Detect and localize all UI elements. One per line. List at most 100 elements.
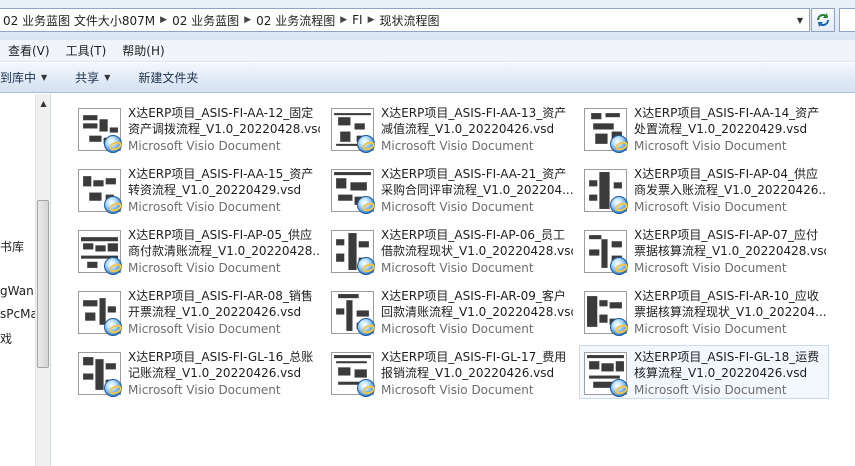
visio-file-icon bbox=[104, 379, 122, 397]
menu-tools[interactable]: 工具(T) bbox=[58, 42, 115, 59]
flowchart-shape bbox=[95, 359, 104, 390]
flowchart-shape bbox=[589, 375, 620, 379]
flowchart-shape bbox=[95, 245, 106, 252]
command-bar: 到库中 ▼ 共享 ▼ 新建文件夹 bbox=[0, 63, 855, 93]
flowchart-shape bbox=[601, 239, 608, 268]
file-item[interactable]: X达ERP项目_ASIS-FI-AA-21_资产 采购合同评审流程_V1.0_20… bbox=[326, 162, 576, 216]
file-name-line2: 票据核算流程_V1.0_20220428.vsd bbox=[634, 244, 826, 258]
file-name-line2: 转资流程_V1.0_20220429.vsd bbox=[128, 183, 302, 197]
visio-file-icon bbox=[610, 318, 628, 336]
nav-item-spcma[interactable]: sPcMa bbox=[0, 307, 38, 321]
breadcrumb-separator-icon[interactable]: ▶ bbox=[335, 15, 352, 25]
file-item[interactable]: X达ERP项目_ASIS-FI-AP-07_应付 票据核算流程_V1.0_2022… bbox=[579, 223, 829, 277]
flowchart-shape bbox=[81, 237, 118, 242]
flowchart-shape bbox=[83, 176, 92, 187]
flowchart-shape bbox=[87, 261, 98, 268]
search-input[interactable] bbox=[839, 8, 855, 32]
nav-item-library[interactable]: 书库 bbox=[0, 238, 24, 255]
file-type: Microsoft Visio Document bbox=[381, 383, 534, 397]
file-name-line2: 核算流程_V1.0_20220426.vsd bbox=[634, 366, 808, 380]
file-item[interactable]: X达ERP项目_ASIS-FI-AA-14_资产 处置流程_V1.0_202204… bbox=[579, 101, 829, 155]
flowchart-shape bbox=[599, 300, 608, 307]
file-item[interactable]: X达ERP项目_ASIS-FI-AA-13_资产 减值流程_V1.0_202204… bbox=[326, 101, 576, 155]
file-item[interactable]: X达ERP项目_ASIS-FI-AR-08_销售 开票流程_V1.0_202204… bbox=[73, 284, 323, 338]
include-in-library-button[interactable]: 到库中 ▼ bbox=[0, 69, 61, 86]
visio-file-icon bbox=[610, 135, 628, 153]
flowchart-shape bbox=[107, 243, 118, 252]
flowchart-shape bbox=[599, 314, 608, 323]
breadcrumb-blueprint[interactable]: 02 业务蓝图 bbox=[172, 9, 239, 31]
flowchart-shape bbox=[85, 312, 96, 321]
file-type: Microsoft Visio Document bbox=[634, 322, 787, 336]
file-item[interactable]: X达ERP项目_ASIS-FI-AR-10_应收 票据核算流程现状_V1.0_20… bbox=[579, 284, 829, 338]
file-item[interactable]: X达ERP项目_ASIS-FI-GL-17_费用 报销流程_V1.0_202204… bbox=[326, 345, 576, 399]
file-name-line2: 采购合同评审流程_V1.0_202204... bbox=[381, 183, 573, 197]
new-folder-button[interactable]: 新建文件夹 bbox=[124, 69, 212, 86]
visio-file-icon bbox=[357, 379, 375, 397]
file-name-line1: X达ERP项目_ASIS-FI-AR-08_销售 bbox=[128, 289, 313, 303]
file-item[interactable]: X达ERP项目_ASIS-FI-AR-09_客户 回款清账流程_V1.0_2022… bbox=[326, 284, 576, 338]
flowchart-shape bbox=[587, 296, 598, 327]
file-item[interactable]: X达ERP项目_ASIS-FI-AP-04_供应 商发票入账流程_V1.0_202… bbox=[579, 162, 829, 216]
flowchart-shape bbox=[83, 115, 98, 121]
flowchart-shape bbox=[336, 253, 345, 262]
flowchart-shape bbox=[589, 361, 600, 370]
visio-file-icon bbox=[610, 257, 628, 275]
visio-file-icon bbox=[357, 318, 375, 336]
nav-item-gwan[interactable]: gWan bbox=[0, 284, 34, 298]
chevron-down-icon: ▼ bbox=[41, 73, 48, 82]
breadcrumb-fi[interactable]: FI bbox=[352, 9, 362, 31]
file-item[interactable]: X达ERP项目_ASIS-FI-AA-12_固定 资产调拨流程_V1.0_2022… bbox=[73, 101, 323, 155]
file-item[interactable]: X达ERP项目_ASIS-FI-GL-16_总账 记账流程_V1.0_202204… bbox=[73, 345, 323, 399]
scroll-up-arrow-icon[interactable]: ▲ bbox=[36, 96, 51, 110]
flowchart-shape bbox=[354, 123, 365, 130]
menu-view[interactable]: 查看(V) bbox=[0, 42, 58, 59]
breadcrumb-separator-icon[interactable]: ▶ bbox=[363, 15, 380, 25]
file-item[interactable]: X达ERP项目_ASIS-FI-GL-18_运费 核算流程_V1.0_202204… bbox=[579, 345, 829, 399]
breadcrumb-separator-icon[interactable]: ▶ bbox=[155, 15, 172, 25]
share-button[interactable]: 共享 ▼ bbox=[61, 69, 124, 86]
breadcrumb-root[interactable]: 02 业务蓝图 文件大小807M bbox=[3, 9, 155, 31]
nav-scrollbar[interactable]: ▲ bbox=[35, 94, 50, 466]
flowchart-shape bbox=[338, 194, 353, 201]
flowchart-shape bbox=[107, 306, 116, 313]
menu-help[interactable]: 帮助(H) bbox=[114, 42, 172, 59]
file-list: X达ERP项目_ASIS-FI-AA-12_固定 资产调拨流程_V1.0_2022… bbox=[51, 94, 855, 466]
file-type: Microsoft Visio Document bbox=[128, 200, 281, 214]
flowchart-shape bbox=[605, 113, 620, 118]
file-name-line1: X达ERP项目_ASIS-FI-GL-17_费用 bbox=[381, 350, 567, 364]
file-name-line1: X达ERP项目_ASIS-FI-AA-12_固定 bbox=[128, 106, 314, 120]
flowchart-shape bbox=[358, 241, 369, 248]
scrollbar-thumb[interactable] bbox=[37, 200, 49, 368]
file-name-line1: X达ERP项目_ASIS-FI-AA-15_资产 bbox=[128, 167, 314, 181]
address-history-dropdown-icon[interactable]: ▼ bbox=[793, 13, 807, 27]
refresh-button[interactable] bbox=[811, 8, 835, 32]
breadcrumb-flowcharts[interactable]: 02 业务流程图 bbox=[256, 9, 335, 31]
file-name-line2: 报销流程_V1.0_20220426.vsd bbox=[381, 366, 555, 380]
file-name-line2: 票据核算流程现状_V1.0_202204... bbox=[634, 305, 826, 319]
file-type: Microsoft Visio Document bbox=[381, 261, 534, 275]
flowchart-shape bbox=[589, 235, 602, 240]
file-name-line2: 减值流程_V1.0_20220426.vsd bbox=[381, 122, 555, 136]
nav-item-games[interactable]: 戏 bbox=[0, 330, 12, 347]
flowchart-shape bbox=[340, 131, 351, 142]
flowchart-shape bbox=[609, 302, 622, 309]
file-name-line1: X达ERP项目_ASIS-FI-AA-21_资产 bbox=[381, 167, 567, 181]
breadcrumb-separator-icon[interactable]: ▶ bbox=[239, 15, 256, 25]
file-type: Microsoft Visio Document bbox=[634, 261, 787, 275]
file-name-line1: X达ERP项目_ASIS-FI-GL-18_运费 bbox=[634, 350, 820, 364]
file-item[interactable]: X达ERP项目_ASIS-FI-AP-06_员工 借款流程现状_V1.0_2022… bbox=[326, 223, 576, 277]
flowchart-shape bbox=[105, 363, 116, 370]
flowchart-shape bbox=[89, 135, 102, 142]
flowchart-shape bbox=[83, 123, 98, 129]
file-item[interactable]: X达ERP项目_ASIS-FI-AP-05_供应 商付款清账流程_V1.0_202… bbox=[73, 223, 323, 277]
file-item[interactable]: X达ERP项目_ASIS-FI-AA-15_资产 转资流程_V1.0_202204… bbox=[73, 162, 323, 216]
address-bar[interactable]: 02 业务蓝图 文件大小807M ▶ 02 业务蓝图 ▶ 02 业务流程图 ▶ … bbox=[0, 8, 810, 32]
flowchart-shape bbox=[589, 180, 598, 187]
flowchart-shape bbox=[350, 182, 367, 191]
flowchart-shape bbox=[601, 363, 614, 372]
flowchart-shape bbox=[338, 294, 359, 299]
flowchart-shape bbox=[83, 357, 94, 366]
file-name-line1: X达ERP项目_ASIS-FI-AP-04_供应 bbox=[634, 167, 818, 181]
breadcrumb-current[interactable]: 现状流程图 bbox=[380, 9, 440, 31]
